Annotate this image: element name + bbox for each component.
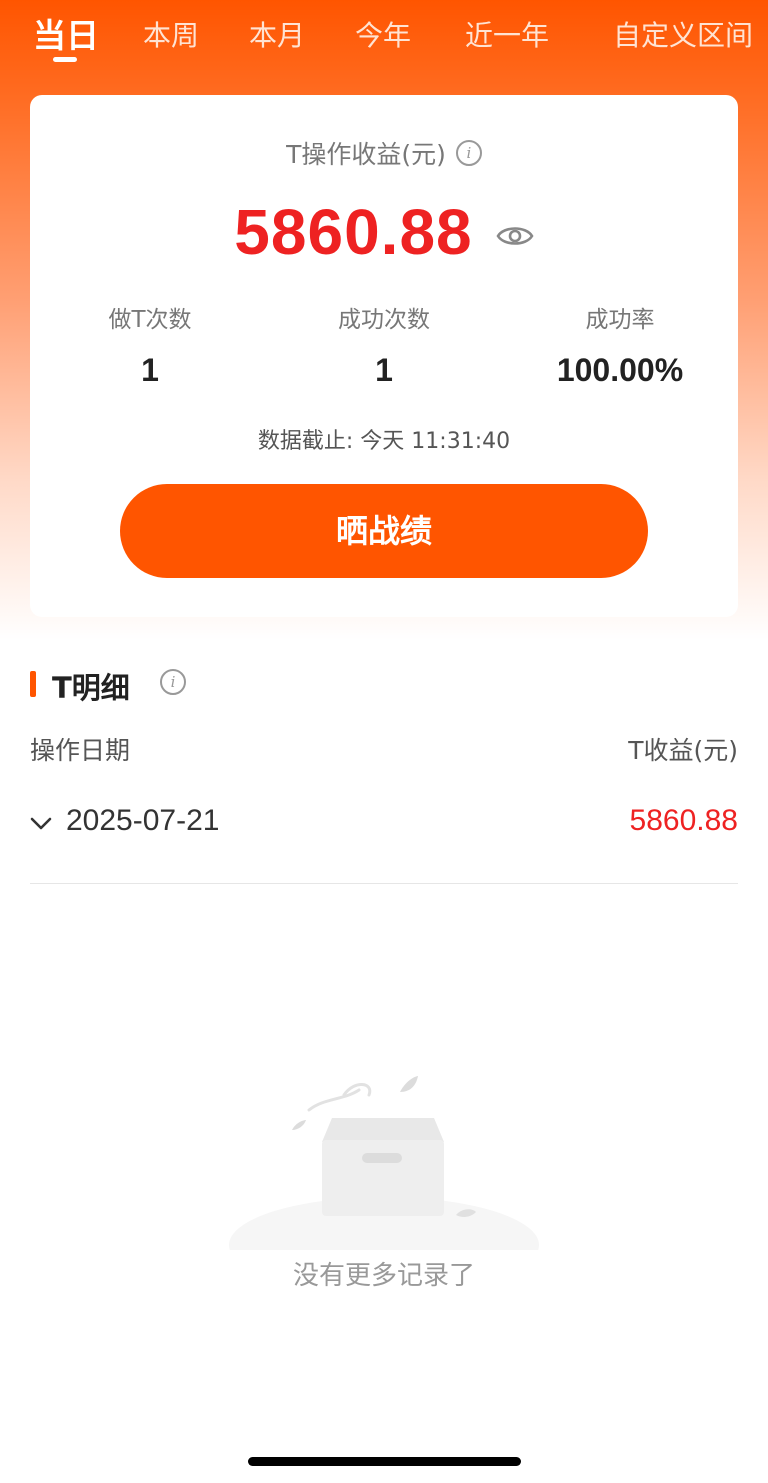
stat-success-rate: 成功率 100.00% xyxy=(500,300,740,389)
tab-this-year[interactable]: 今年 xyxy=(355,14,411,54)
home-indicator[interactable] xyxy=(248,1457,521,1466)
column-header-profit: T收益(元) xyxy=(628,736,738,765)
empty-box-icon xyxy=(224,1060,544,1293)
stat-success-count: 成功次数 1 xyxy=(264,300,504,389)
info-icon[interactable]: i xyxy=(160,669,186,695)
tab-today[interactable]: 当日 xyxy=(33,9,99,57)
stat-t-count: 做T次数 1 xyxy=(30,300,270,389)
section-accent-bar xyxy=(30,671,36,697)
tab-custom-range[interactable]: 自定义区间 xyxy=(613,14,753,54)
stat-value: 1 xyxy=(141,352,159,388)
divider xyxy=(30,883,738,884)
stat-label: 成功率 xyxy=(585,307,655,333)
tab-this-month[interactable]: 本月 xyxy=(249,14,305,54)
column-header-date: 操作日期 xyxy=(30,736,131,765)
stat-value: 1 xyxy=(375,352,393,388)
summary-card: T操作收益(元) i 5860.88 做T次数 1 成功次数 1 成功率 100.… xyxy=(30,95,738,617)
total-profit-amount: 5860.88 xyxy=(234,196,473,268)
stat-label: 成功次数 xyxy=(338,307,430,333)
summary-title: T操作收益(元) xyxy=(286,140,446,169)
detail-title: T明细 xyxy=(52,671,130,705)
chevron-down-icon[interactable] xyxy=(30,812,52,834)
data-update-time: 数据截止: 今天 11:31:40 xyxy=(257,429,511,454)
stat-value: 100.00% xyxy=(556,352,684,388)
share-results-button[interactable]: 晒战绩 xyxy=(120,484,648,578)
active-tab-indicator xyxy=(53,57,77,62)
row-date: 2025-07-21 xyxy=(66,804,220,837)
empty-state-text: 没有更多记录了 xyxy=(292,1261,475,1291)
tab-this-week[interactable]: 本周 xyxy=(143,14,199,54)
summary-title-row: T操作收益(元) i xyxy=(30,135,738,171)
period-tabs: 当日 本周 本月 今年 近一年 自定义区间 xyxy=(0,0,768,70)
tab-last-year[interactable]: 近一年 xyxy=(465,14,549,54)
table-row[interactable]: 2025-07-21 5860.88 xyxy=(30,790,738,856)
row-profit: 5860.88 xyxy=(629,804,738,837)
stat-label: 做T次数 xyxy=(108,307,192,333)
info-icon[interactable]: i xyxy=(455,140,482,166)
eye-icon[interactable] xyxy=(496,223,534,249)
amount-row: 5860.88 xyxy=(30,195,738,269)
